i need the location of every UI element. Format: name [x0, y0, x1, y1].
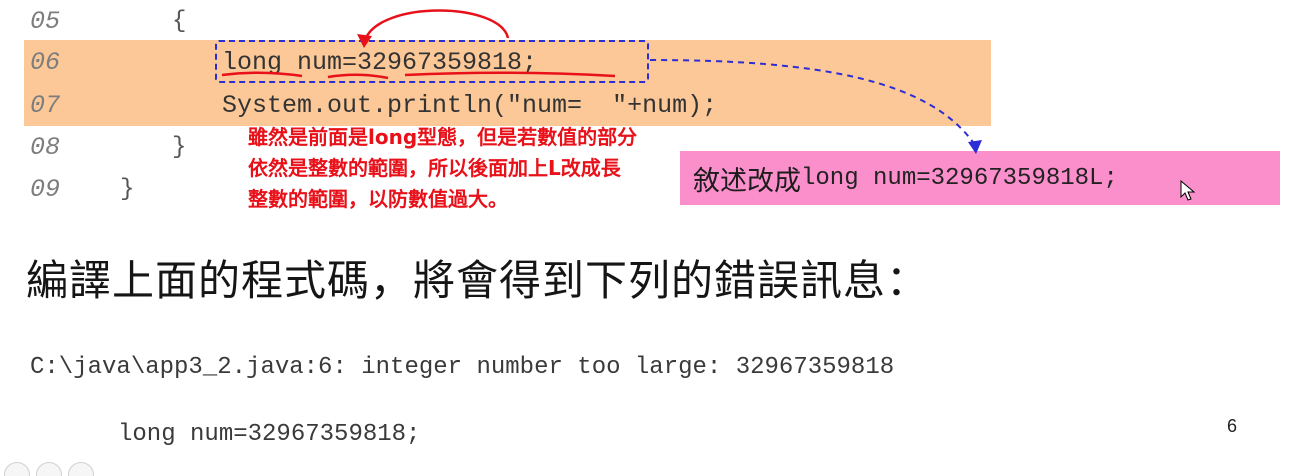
- code-text: {: [172, 8, 187, 35]
- more-tools-button[interactable]: [68, 462, 94, 476]
- code-text: System.out.println("num= "+num);: [222, 91, 718, 120]
- line-number: 06: [30, 48, 61, 77]
- section-heading: 編譯上面的程式碼，將會得到下列的錯誤訊息：: [26, 256, 930, 305]
- mouse-pointer-icon: [1180, 180, 1196, 201]
- callout-code: long num=32967359818L;: [801, 164, 1118, 192]
- error-message-line: C:\java\app3_2.java:6: integer number to…: [30, 354, 895, 381]
- line-number: 08: [30, 133, 61, 162]
- line-number: 09: [30, 175, 61, 204]
- presenter-controls: [0, 462, 94, 476]
- code-line-06: 06 long num=32967359818;: [0, 43, 990, 83]
- pen-tool-button[interactable]: [4, 462, 30, 476]
- code-text: long num=32967359818;: [222, 48, 538, 77]
- zoom-tool-button[interactable]: [36, 462, 62, 476]
- code-text: }: [120, 176, 135, 203]
- line-number: 07: [30, 91, 61, 120]
- code-line-07: 07 System.out.println("num= "+num);: [0, 86, 990, 126]
- code-line-05: 05 {: [0, 2, 990, 42]
- page-number: 6: [1227, 416, 1238, 436]
- line-number: 05: [30, 7, 61, 36]
- annotation-note: 雖然是前面是long型態，但是若數值的部分依然是整數的範圍，所以後面加上L改成長…: [248, 125, 638, 211]
- callout-label: 敘述改成: [693, 165, 801, 197]
- code-text: }: [172, 134, 187, 161]
- slide: 05 { 06 long num=32967359818; 07 System.…: [0, 0, 1289, 476]
- error-source-line: long num=32967359818;: [118, 421, 421, 448]
